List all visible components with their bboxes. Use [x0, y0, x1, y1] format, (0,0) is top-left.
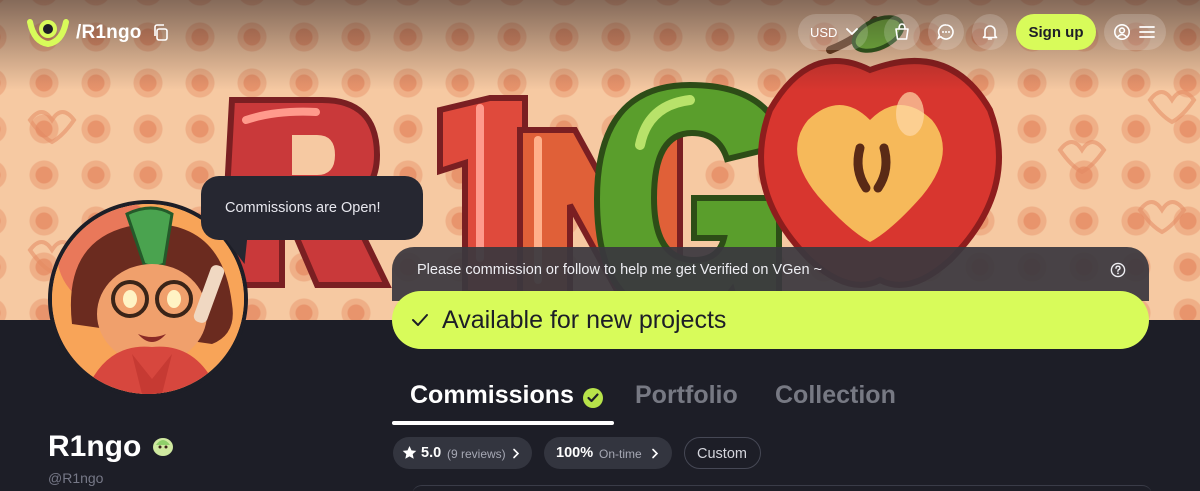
- chevron-right-icon: [513, 448, 520, 459]
- content-card-edge: [412, 485, 1152, 491]
- availability-status: Available for new projects: [392, 291, 1149, 349]
- menu-icon: [1139, 26, 1155, 38]
- active-tab-indicator: [392, 421, 614, 425]
- verification-message: Please commission or follow to help me g…: [417, 262, 823, 278]
- tooltip-text: Commissions are Open!: [225, 200, 381, 216]
- rating-chip[interactable]: 5.0 (9 reviews): [393, 437, 532, 469]
- currency-label: USD: [810, 25, 838, 40]
- sign-up-button[interactable]: Sign up: [1016, 14, 1096, 50]
- currency-select[interactable]: USD: [798, 14, 868, 50]
- check-icon: [412, 314, 428, 326]
- tab-commissions[interactable]: Commissions: [410, 381, 574, 410]
- notifications-button[interactable]: [972, 14, 1008, 50]
- copy-icon[interactable]: [152, 24, 168, 41]
- chat-icon: [937, 24, 954, 40]
- tab-collection[interactable]: Collection: [775, 381, 896, 410]
- custom-chip[interactable]: Custom: [684, 437, 761, 469]
- account-menu-button[interactable]: [1104, 14, 1166, 50]
- custom-label: Custom: [697, 446, 747, 462]
- ontime-label: On-time: [599, 447, 642, 461]
- profile-path[interactable]: /R1ngo: [76, 22, 142, 44]
- bell-icon: [982, 25, 998, 40]
- cart-icon: [895, 23, 909, 40]
- chevron-down-icon: [846, 28, 858, 36]
- ontime-value: 100%: [556, 445, 594, 461]
- rating-value: 5.0: [421, 445, 442, 461]
- chevron-right-icon: [652, 448, 659, 459]
- tab-portfolio[interactable]: Portfolio: [635, 381, 738, 410]
- cart-button[interactable]: [884, 14, 920, 50]
- top-navigation: /R1ngo USD Sign up: [0, 0, 1200, 64]
- profile-badge-icon: [153, 438, 173, 456]
- profile-handle: @R1ngo: [48, 470, 104, 486]
- rating-reviews: (9 reviews): [447, 447, 506, 461]
- messages-button[interactable]: [928, 14, 964, 50]
- vgen-logo-icon[interactable]: [26, 16, 70, 48]
- availability-text: Available for new projects: [442, 306, 727, 334]
- help-icon[interactable]: [1110, 262, 1126, 278]
- verified-check-icon: [583, 388, 603, 408]
- commissions-tooltip: Commissions are Open!: [201, 176, 423, 240]
- profile-name: R1ngo: [48, 430, 142, 463]
- ontime-chip[interactable]: 100% On-time: [544, 437, 672, 469]
- star-icon: [402, 446, 417, 459]
- user-icon: [1114, 24, 1130, 40]
